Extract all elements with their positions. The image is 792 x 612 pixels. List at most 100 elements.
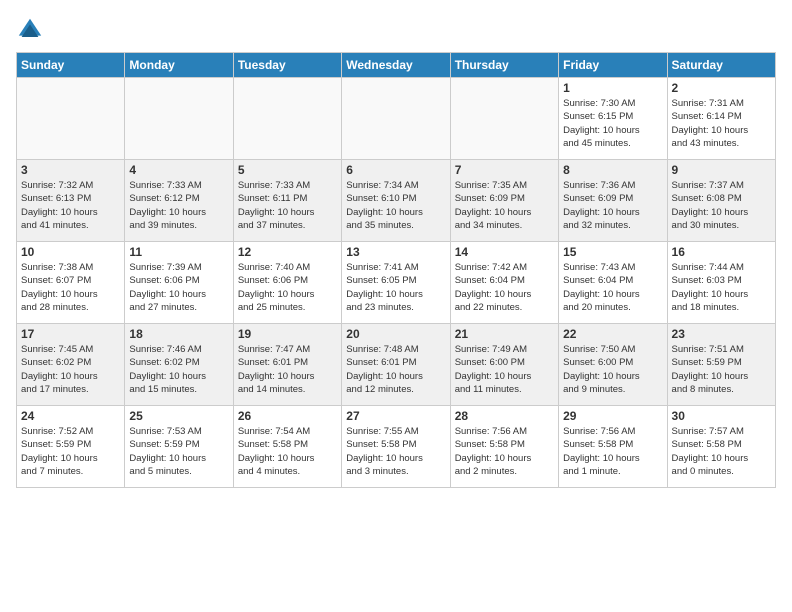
day-info: Sunrise: 7:57 AM Sunset: 5:58 PM Dayligh… — [672, 425, 771, 478]
day-cell: 28Sunrise: 7:56 AM Sunset: 5:58 PM Dayli… — [450, 406, 558, 488]
day-info: Sunrise: 7:36 AM Sunset: 6:09 PM Dayligh… — [563, 179, 662, 232]
day-number: 8 — [563, 163, 662, 177]
day-info: Sunrise: 7:56 AM Sunset: 5:58 PM Dayligh… — [563, 425, 662, 478]
calendar-table: SundayMondayTuesdayWednesdayThursdayFrid… — [16, 52, 776, 488]
week-row-3: 10Sunrise: 7:38 AM Sunset: 6:07 PM Dayli… — [17, 242, 776, 324]
col-header-wednesday: Wednesday — [342, 53, 450, 78]
day-cell: 18 Sunrise: 7:46 AM Sunset: 6:02 PM Dayli… — [125, 324, 233, 406]
day-cell — [233, 78, 341, 160]
week-row-2: 3Sunrise: 7:32 AM Sunset: 6:13 PM Daylig… — [17, 160, 776, 242]
day-info: Sunrise: 7:42 AM Sunset: 6:04 PM Dayligh… — [455, 261, 554, 314]
day-cell: 13Sunrise: 7:41 AM Sunset: 6:05 PM Dayli… — [342, 242, 450, 324]
day-number: 27 — [346, 409, 445, 423]
day-cell: 17 Sunrise: 7:45 AM Sunset: 6:02 PM Dayli… — [17, 324, 125, 406]
day-cell: 1 Sunrise: 7:30 AM Sunset: 6:15 PM Daylig… — [559, 78, 667, 160]
day-number: 14 — [455, 245, 554, 259]
week-row-5: 24 Sunrise: 7:52 AM Sunset: 5:59 PM Dayli… — [17, 406, 776, 488]
day-number: 15 — [563, 245, 662, 259]
day-number: 12 — [238, 245, 337, 259]
day-info: Sunrise: 7:41 AM Sunset: 6:05 PM Dayligh… — [346, 261, 445, 314]
header — [16, 16, 776, 44]
day-cell: 4Sunrise: 7:33 AM Sunset: 6:12 PM Daylig… — [125, 160, 233, 242]
day-info: Sunrise: 7:51 AM Sunset: 5:59 PM Dayligh… — [672, 343, 771, 396]
page: SundayMondayTuesdayWednesdayThursdayFrid… — [0, 0, 792, 612]
day-info: Sunrise: 7:31 AM Sunset: 6:14 PM Dayligh… — [672, 97, 771, 150]
day-info: Sunrise: 7:34 AM Sunset: 6:10 PM Dayligh… — [346, 179, 445, 232]
day-info: Sunrise: 7:55 AM Sunset: 5:58 PM Dayligh… — [346, 425, 445, 478]
day-cell: 3Sunrise: 7:32 AM Sunset: 6:13 PM Daylig… — [17, 160, 125, 242]
logo — [16, 16, 46, 44]
day-cell: 19 Sunrise: 7:47 AM Sunset: 6:01 PM Dayli… — [233, 324, 341, 406]
day-cell: 11 Sunrise: 7:39 AM Sunset: 6:06 PM Dayli… — [125, 242, 233, 324]
day-cell: 25Sunrise: 7:53 AM Sunset: 5:59 PM Dayli… — [125, 406, 233, 488]
day-number: 30 — [672, 409, 771, 423]
day-number: 23 — [672, 327, 771, 341]
day-info: Sunrise: 7:50 AM Sunset: 6:00 PM Dayligh… — [563, 343, 662, 396]
day-cell: 22Sunrise: 7:50 AM Sunset: 6:00 PM Dayli… — [559, 324, 667, 406]
day-cell: 8 Sunrise: 7:36 AM Sunset: 6:09 PM Daylig… — [559, 160, 667, 242]
day-number: 7 — [455, 163, 554, 177]
day-cell — [342, 78, 450, 160]
logo-icon — [16, 16, 44, 44]
col-header-saturday: Saturday — [667, 53, 775, 78]
day-cell: 29 Sunrise: 7:56 AM Sunset: 5:58 PM Dayli… — [559, 406, 667, 488]
day-number: 24 — [21, 409, 120, 423]
col-header-friday: Friday — [559, 53, 667, 78]
day-number: 4 — [129, 163, 228, 177]
day-cell: 27 Sunrise: 7:55 AM Sunset: 5:58 PM Dayli… — [342, 406, 450, 488]
day-number: 10 — [21, 245, 120, 259]
day-info: Sunrise: 7:49 AM Sunset: 6:00 PM Dayligh… — [455, 343, 554, 396]
day-info: Sunrise: 7:54 AM Sunset: 5:58 PM Dayligh… — [238, 425, 337, 478]
day-info: Sunrise: 7:46 AM Sunset: 6:02 PM Dayligh… — [129, 343, 228, 396]
day-info: Sunrise: 7:37 AM Sunset: 6:08 PM Dayligh… — [672, 179, 771, 232]
day-cell: 14 Sunrise: 7:42 AM Sunset: 6:04 PM Dayli… — [450, 242, 558, 324]
day-number: 29 — [563, 409, 662, 423]
day-info: Sunrise: 7:47 AM Sunset: 6:01 PM Dayligh… — [238, 343, 337, 396]
day-number: 21 — [455, 327, 554, 341]
day-cell: 10Sunrise: 7:38 AM Sunset: 6:07 PM Dayli… — [17, 242, 125, 324]
week-row-4: 17 Sunrise: 7:45 AM Sunset: 6:02 PM Dayli… — [17, 324, 776, 406]
day-cell: 30 Sunrise: 7:57 AM Sunset: 5:58 PM Dayli… — [667, 406, 775, 488]
day-info: Sunrise: 7:33 AM Sunset: 6:11 PM Dayligh… — [238, 179, 337, 232]
day-number: 5 — [238, 163, 337, 177]
day-cell: 7Sunrise: 7:35 AM Sunset: 6:09 PM Daylig… — [450, 160, 558, 242]
day-info: Sunrise: 7:45 AM Sunset: 6:02 PM Dayligh… — [21, 343, 120, 396]
day-cell: 2 Sunrise: 7:31 AM Sunset: 6:14 PM Daylig… — [667, 78, 775, 160]
col-header-sunday: Sunday — [17, 53, 125, 78]
day-cell: 21 Sunrise: 7:49 AM Sunset: 6:00 PM Dayli… — [450, 324, 558, 406]
day-number: 18 — [129, 327, 228, 341]
day-info: Sunrise: 7:56 AM Sunset: 5:58 PM Dayligh… — [455, 425, 554, 478]
day-number: 9 — [672, 163, 771, 177]
day-number: 6 — [346, 163, 445, 177]
day-info: Sunrise: 7:30 AM Sunset: 6:15 PM Dayligh… — [563, 97, 662, 150]
day-info: Sunrise: 7:39 AM Sunset: 6:06 PM Dayligh… — [129, 261, 228, 314]
day-cell: 5 Sunrise: 7:33 AM Sunset: 6:11 PM Daylig… — [233, 160, 341, 242]
day-info: Sunrise: 7:52 AM Sunset: 5:59 PM Dayligh… — [21, 425, 120, 478]
day-number: 16 — [672, 245, 771, 259]
day-cell: 16 Sunrise: 7:44 AM Sunset: 6:03 PM Dayli… — [667, 242, 775, 324]
col-header-thursday: Thursday — [450, 53, 558, 78]
day-cell: 24 Sunrise: 7:52 AM Sunset: 5:59 PM Dayli… — [17, 406, 125, 488]
header-row: SundayMondayTuesdayWednesdayThursdayFrid… — [17, 53, 776, 78]
day-info: Sunrise: 7:53 AM Sunset: 5:59 PM Dayligh… — [129, 425, 228, 478]
day-number: 19 — [238, 327, 337, 341]
day-info: Sunrise: 7:43 AM Sunset: 6:04 PM Dayligh… — [563, 261, 662, 314]
day-number: 26 — [238, 409, 337, 423]
day-cell: 15 Sunrise: 7:43 AM Sunset: 6:04 PM Dayli… — [559, 242, 667, 324]
day-number: 2 — [672, 81, 771, 95]
day-cell — [17, 78, 125, 160]
day-info: Sunrise: 7:40 AM Sunset: 6:06 PM Dayligh… — [238, 261, 337, 314]
day-cell — [125, 78, 233, 160]
day-number: 3 — [21, 163, 120, 177]
day-number: 20 — [346, 327, 445, 341]
col-header-monday: Monday — [125, 53, 233, 78]
day-cell: 20Sunrise: 7:48 AM Sunset: 6:01 PM Dayli… — [342, 324, 450, 406]
day-cell: 26 Sunrise: 7:54 AM Sunset: 5:58 PM Dayli… — [233, 406, 341, 488]
day-info: Sunrise: 7:44 AM Sunset: 6:03 PM Dayligh… — [672, 261, 771, 314]
day-number: 1 — [563, 81, 662, 95]
day-number: 17 — [21, 327, 120, 341]
day-number: 11 — [129, 245, 228, 259]
day-cell: 9 Sunrise: 7:37 AM Sunset: 6:08 PM Daylig… — [667, 160, 775, 242]
day-cell: 6 Sunrise: 7:34 AM Sunset: 6:10 PM Daylig… — [342, 160, 450, 242]
day-cell — [450, 78, 558, 160]
